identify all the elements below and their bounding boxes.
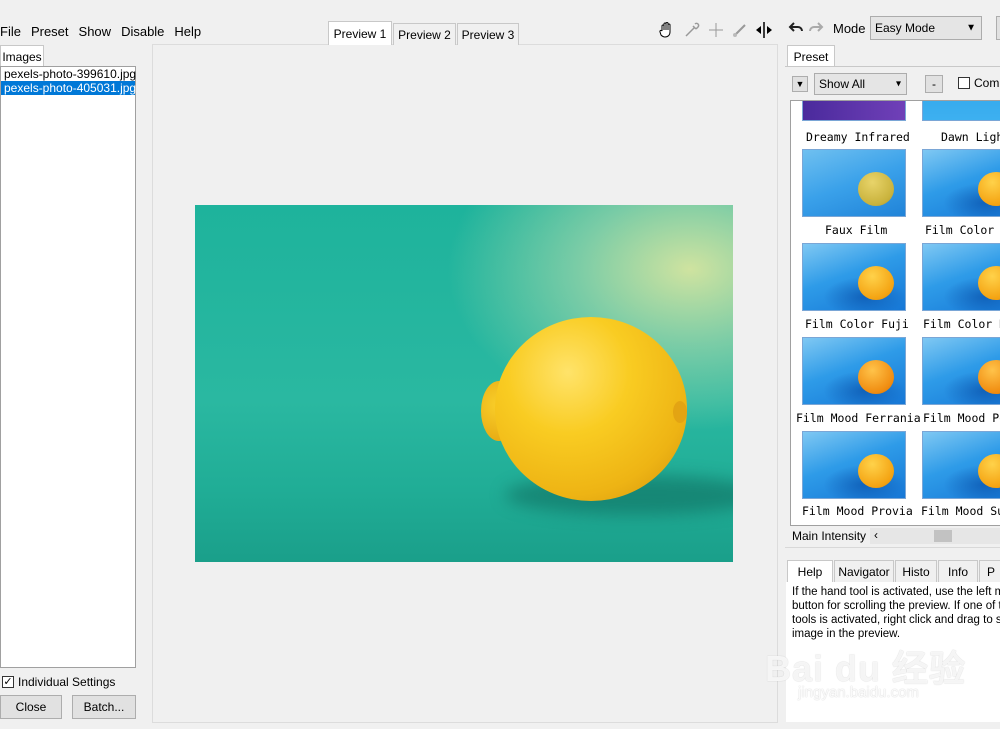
tab-histo-label: Histo (902, 564, 930, 579)
hand-icon[interactable] (657, 20, 677, 40)
tab-preview-1[interactable]: Preview 1 (328, 21, 392, 45)
help-text: If the hand tool is activated, use the l… (792, 585, 1000, 641)
help-line: button for scrolling the preview. If one… (792, 600, 1000, 612)
menu-show[interactable]: Show (75, 24, 116, 39)
batch-button-label: Batch... (83, 700, 125, 714)
tab-navigator[interactable]: Navigator (834, 560, 894, 582)
image-file-list[interactable]: pexels-photo-399610.jpg pexels-photo-405… (0, 66, 136, 668)
preset-filter-select[interactable]: Show All ▾ (814, 73, 907, 95)
tab-preset-label: Preset (793, 49, 829, 64)
combine-checkbox[interactable] (958, 77, 970, 89)
preset-thumb-film-mood-provia[interactable] (802, 431, 906, 499)
menu-file[interactable]: File (0, 24, 25, 39)
divider (785, 547, 1000, 548)
lemon (495, 317, 687, 501)
tab-images[interactable]: Images (0, 45, 44, 67)
split-icon[interactable] (754, 20, 774, 40)
mode-label: Mode (833, 21, 866, 36)
preset-label: Film Color A (925, 223, 1000, 237)
main-intensity-label: Main Intensity (792, 529, 867, 543)
chevron-down-icon: ▼ (795, 79, 805, 89)
list-item-selected[interactable]: pexels-photo-405031.jpg (1, 81, 136, 95)
eyedropper-icon[interactable] (682, 20, 702, 40)
tab-images-label: Images (2, 49, 42, 64)
slider-thumb[interactable] (934, 530, 952, 542)
preset-thumb-film-color-a[interactable] (922, 149, 1000, 217)
close-button[interactable]: Close (0, 695, 62, 719)
tab-preview-1-label: Preview 1 (333, 26, 387, 41)
help-line: tools is activated, right click and drag… (792, 614, 1000, 626)
preset-label: Film Color K (923, 317, 1000, 331)
close-button-label: Close (15, 700, 47, 714)
preset-thumb-film-mood-po[interactable] (922, 337, 1000, 405)
preview-image[interactable] (195, 205, 733, 562)
preset-label: Faux Film (825, 223, 888, 237)
preset-thumb-film-mood-sup[interactable] (922, 431, 1000, 499)
combine-option[interactable]: Comb (958, 76, 1000, 90)
mode-extra-button[interactable] (996, 16, 1000, 40)
preset-grid[interactable]: Dreamy Infrared Dawn Ligh Faux Film Film… (790, 100, 1000, 526)
preset-label: Film Mood Ferrania (796, 411, 921, 425)
combine-label: Comb (974, 76, 1000, 90)
menu-preset[interactable]: Preset (27, 24, 73, 39)
preset-thumb-dawn-light[interactable] (922, 101, 1000, 121)
chevron-down-icon: ▼ (966, 22, 976, 34)
redo-icon[interactable] (808, 20, 824, 38)
list-item[interactable]: pexels-photo-399610.jpg (1, 67, 136, 81)
tab-help[interactable]: Help (787, 560, 833, 582)
tab-preview-2-label: Preview 2 (398, 27, 451, 42)
tab-info[interactable]: Info (938, 560, 978, 582)
preset-label: Film Mood Po (923, 411, 1000, 425)
brush-icon[interactable] (730, 20, 750, 40)
menu-help[interactable]: Help (170, 24, 205, 39)
preset-thumb-film-color-k[interactable] (922, 243, 1000, 311)
minus-button-label: - (932, 77, 936, 91)
preset-menu-button[interactable]: ▼ (792, 76, 808, 92)
tab-preview-2[interactable]: Preview 2 (393, 23, 456, 45)
tab-navigator-label: Navigator (838, 564, 890, 579)
tab-help-label: Help (797, 564, 823, 579)
mode-select-value: Easy Mode (875, 21, 936, 35)
mode-select[interactable]: Easy Mode ▼ (870, 16, 982, 40)
preset-thumb-film-color-fuji[interactable] (802, 243, 906, 311)
tab-p[interactable]: P (979, 560, 1000, 582)
crosshair-icon[interactable] (706, 20, 726, 40)
preset-label: Dawn Ligh (941, 130, 1000, 144)
menu-bar: File Preset Show Disable Help (0, 18, 207, 44)
batch-button[interactable]: Batch... (72, 695, 136, 719)
help-line: If the hand tool is activated, use the l… (792, 586, 1000, 598)
preset-label: Film Color Fuji (805, 317, 909, 331)
main-intensity-slider[interactable]: ‹ (870, 528, 1000, 544)
tab-histo[interactable]: Histo (895, 560, 937, 582)
preset-thumb-dreamy-infrared[interactable] (802, 101, 906, 121)
preset-label: Film Mood Provia (802, 504, 913, 518)
tab-preset[interactable]: Preset (787, 45, 835, 67)
preset-filter-value: Show All (819, 77, 866, 91)
tab-preview-3[interactable]: Preview 3 (457, 23, 519, 45)
tab-p-label: P (986, 564, 995, 579)
preset-label: Film Mood Sup (921, 504, 1000, 518)
lemon-tip (673, 401, 687, 423)
help-line: image in the preview. (792, 628, 901, 640)
undo-icon[interactable] (788, 20, 804, 38)
tab-info-label: Info (947, 564, 968, 579)
tab-preview-3-label: Preview 3 (461, 27, 515, 42)
individual-settings-checkbox[interactable]: ✓ (2, 676, 14, 688)
preset-tab-divider (785, 66, 1000, 67)
chevron-left-icon[interactable]: ‹ (874, 528, 878, 542)
chevron-down-icon: ▾ (895, 78, 901, 90)
preset-thumb-faux-film[interactable] (802, 149, 906, 217)
minus-button[interactable]: - (925, 75, 943, 93)
individual-settings[interactable]: ✓ Individual Settings (2, 675, 115, 689)
menu-disable[interactable]: Disable (117, 24, 168, 39)
individual-settings-label: Individual Settings (18, 675, 116, 689)
baidu-watermark-url: jingyan.baidu.com (798, 684, 919, 701)
preset-label: Dreamy Infrared (806, 130, 910, 144)
preset-thumb-film-mood-ferrania[interactable] (802, 337, 906, 405)
